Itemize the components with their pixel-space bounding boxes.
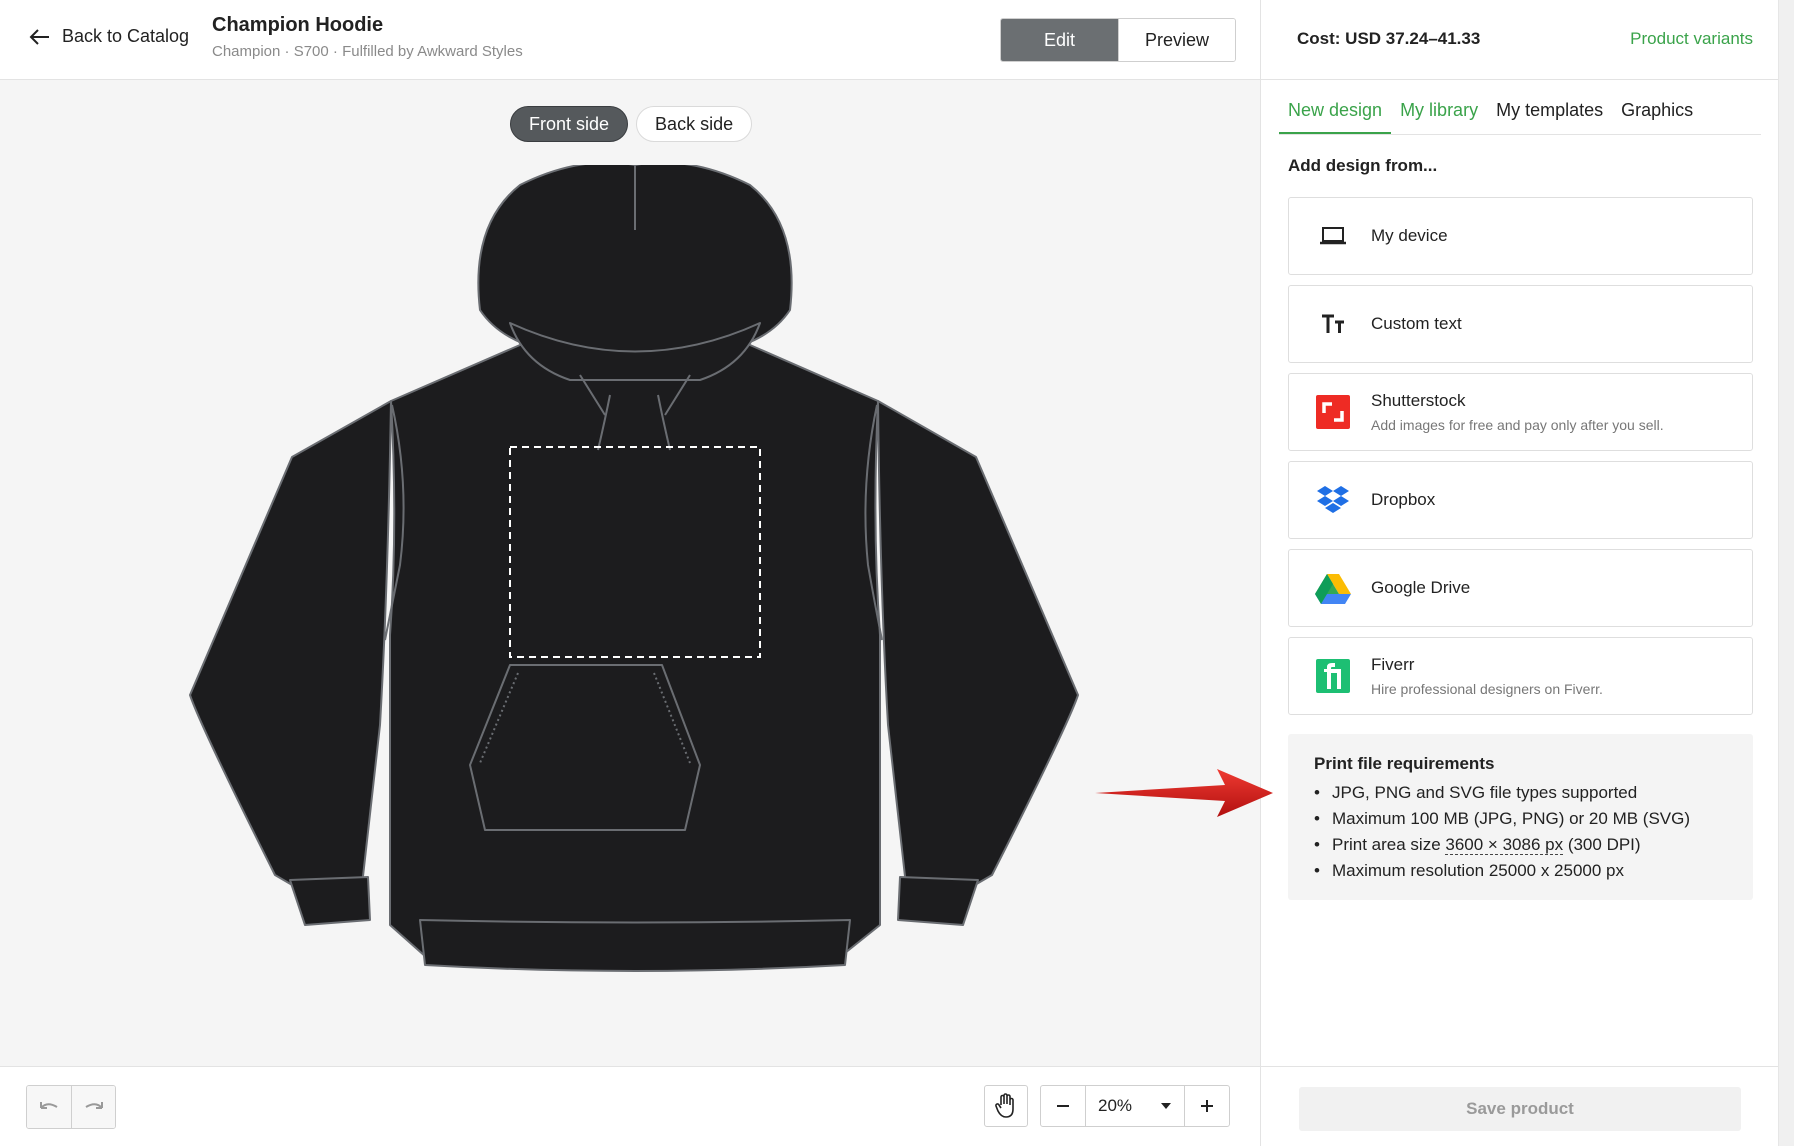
- source-name: Shutterstock: [1371, 391, 1466, 410]
- page-title: Champion Hoodie: [212, 14, 384, 36]
- print-area-size-tooltip[interactable]: 3600 × 3086 px: [1445, 835, 1564, 855]
- preview-button[interactable]: Preview: [1118, 19, 1235, 61]
- history-controls: [26, 1085, 116, 1129]
- hoodie-waistband: [419, 919, 851, 972]
- shutterstock-icon: [1315, 394, 1351, 430]
- product-variants-link[interactable]: Product variants: [1630, 29, 1753, 49]
- back-side-button[interactable]: Back side: [636, 106, 753, 142]
- panel-header: Cost: USD 37.24–41.33 Product variants: [1261, 0, 1779, 80]
- source-description: Add images for free and pay only after y…: [1371, 417, 1664, 433]
- save-product-button[interactable]: Save product: [1299, 1087, 1741, 1131]
- annotation-arrow-icon: [1095, 769, 1273, 817]
- product-editor-app: Back to Catalog Champion Hoodie Champion…: [0, 0, 1794, 1146]
- requirement-max-resolution: Maximum resolution 25000 x 25000 px: [1314, 858, 1727, 884]
- zoom-controls: 20%: [1040, 1085, 1230, 1127]
- hoodie-right-sleeve: [877, 400, 1079, 911]
- requirements-title: Print file requirements: [1314, 754, 1495, 773]
- source-shutterstock[interactable]: Shutterstock Add images for free and pay…: [1288, 373, 1753, 451]
- undo-icon: [40, 1102, 58, 1109]
- product-subtitle: Champion · S700 · Fulfilled by Awkward S…: [212, 43, 523, 60]
- dropbox-icon: [1315, 482, 1351, 518]
- pan-tool-button[interactable]: [984, 1085, 1028, 1127]
- source-name: Custom text: [1371, 314, 1462, 333]
- design-editor-area: Back to Catalog Champion Hoodie Champion…: [0, 0, 1260, 1146]
- text-icon: [1315, 306, 1351, 342]
- print-area-suffix: (300 DPI): [1563, 835, 1641, 854]
- product-title-block: Champion Hoodie Champion · S700 · Fulfil…: [212, 14, 523, 60]
- laptop-icon: [1315, 218, 1351, 254]
- side-toggle: Front side Back side: [510, 106, 753, 142]
- redo-button[interactable]: [71, 1086, 115, 1128]
- tab-new-design[interactable]: New design: [1279, 98, 1392, 134]
- design-tabs: New design My library My templates Graph…: [1279, 98, 1761, 135]
- source-google-drive[interactable]: Google Drive: [1288, 549, 1753, 627]
- source-custom-text[interactable]: Custom text: [1288, 285, 1753, 363]
- print-area-prefix: Print area size: [1332, 835, 1446, 854]
- source-name: Google Drive: [1371, 578, 1471, 597]
- hoodie-right-cuff: [897, 876, 979, 926]
- requirements-list: JPG, PNG and SVG file types supported Ma…: [1314, 780, 1727, 884]
- design-source-list: My device Custom text Shutterstock Add i…: [1288, 197, 1753, 725]
- edit-button[interactable]: Edit: [1001, 19, 1118, 61]
- source-my-device[interactable]: My device: [1288, 197, 1753, 275]
- zoom-in-button[interactable]: [1185, 1086, 1229, 1126]
- arrow-left-icon: [29, 28, 49, 45]
- hoodie-body: [389, 339, 881, 971]
- front-side-button[interactable]: Front side: [510, 106, 629, 142]
- hand-icon: [995, 1093, 1014, 1118]
- tab-my-templates[interactable]: My templates: [1487, 98, 1612, 134]
- source-name: Fiverr: [1371, 655, 1415, 674]
- requirement-file-types: JPG, PNG and SVG file types supported: [1314, 780, 1727, 806]
- add-design-heading: Add design from...: [1288, 156, 1438, 175]
- hoodie-mockup: [189, 165, 1079, 972]
- panel-scrollbar[interactable]: [1778, 0, 1794, 1146]
- editor-footer: 20%: [0, 1066, 1260, 1146]
- tab-graphics[interactable]: Graphics: [1612, 98, 1702, 134]
- editor-header: Back to Catalog Champion Hoodie Champion…: [0, 0, 1260, 80]
- zoom-select[interactable]: 20%: [1085, 1086, 1185, 1126]
- google-drive-icon: [1315, 570, 1351, 606]
- minus-icon: [1057, 1105, 1069, 1107]
- zoom-out-button[interactable]: [1041, 1086, 1085, 1126]
- hoodie-left-cuff: [289, 876, 371, 926]
- print-requirements: Print file requirements JPG, PNG and SVG…: [1288, 734, 1753, 900]
- hoodie-left-sleeve: [189, 400, 392, 911]
- requirement-max-size: Maximum 100 MB (JPG, PNG) or 20 MB (SVG): [1314, 806, 1727, 832]
- back-to-catalog-link[interactable]: Back to Catalog: [28, 26, 189, 47]
- source-dropbox[interactable]: Dropbox: [1288, 461, 1753, 539]
- source-name: My device: [1371, 226, 1448, 245]
- requirement-print-area: Print area size 3600 × 3086 px (300 DPI): [1314, 832, 1727, 858]
- undo-button[interactable]: [27, 1086, 71, 1128]
- caret-down-icon: [1161, 1103, 1171, 1109]
- zoom-value: 20%: [1098, 1096, 1133, 1115]
- redo-icon: [84, 1102, 103, 1109]
- plus-icon: [1201, 1100, 1213, 1112]
- design-source-panel: Cost: USD 37.24–41.33 Product variants N…: [1260, 0, 1779, 1146]
- source-name: Dropbox: [1371, 490, 1436, 509]
- fiverr-icon: [1315, 658, 1351, 694]
- back-label: Back to Catalog: [62, 26, 190, 46]
- source-description: Hire professional designers on Fiverr.: [1371, 681, 1603, 697]
- tab-my-library[interactable]: My library: [1391, 98, 1487, 134]
- mode-toggle: Edit Preview: [1000, 18, 1236, 62]
- panel-footer: Save product: [1261, 1066, 1779, 1146]
- cost-label: Cost: USD 37.24–41.33: [1297, 29, 1481, 48]
- source-fiverr[interactable]: Fiverr Hire professional designers on Fi…: [1288, 637, 1753, 715]
